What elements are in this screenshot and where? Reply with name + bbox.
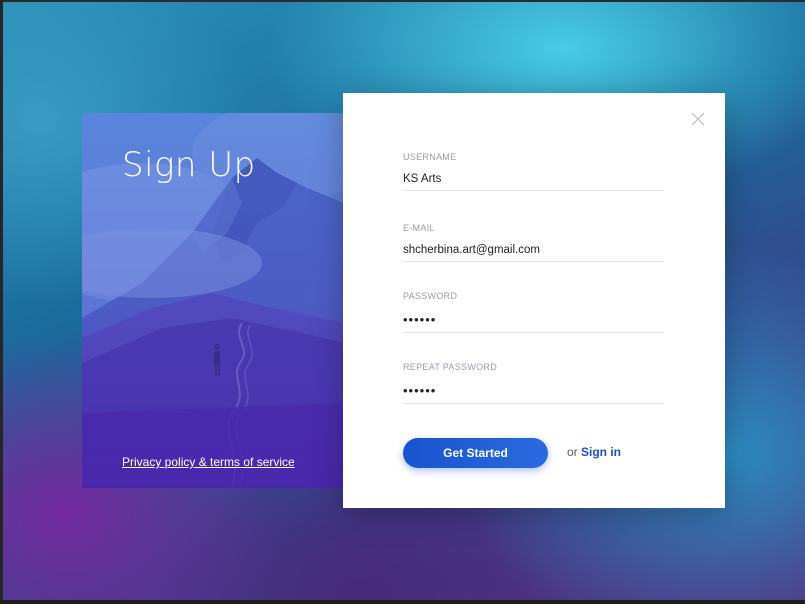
password-input[interactable] (403, 312, 664, 333)
username-field-group: USERNAME (403, 152, 664, 191)
close-icon (691, 112, 705, 126)
repeat-password-field-group: REPEAT PASSWORD (403, 362, 664, 404)
signin-prompt: or Sign in (567, 445, 621, 459)
username-label: USERNAME (403, 152, 457, 162)
signin-link[interactable]: Sign in (581, 445, 621, 459)
window-top-border (0, 0, 805, 2)
email-input[interactable] (403, 244, 664, 262)
signup-form-card: USERNAME E-MAIL PASSWORD REPEAT PASSWORD… (343, 93, 725, 508)
privacy-terms-link[interactable]: Privacy policy & terms of service (122, 455, 295, 469)
email-label: E-MAIL (403, 223, 435, 233)
email-field-group: E-MAIL (403, 223, 664, 262)
repeat-password-label: REPEAT PASSWORD (403, 362, 498, 372)
password-label: PASSWORD (403, 291, 458, 301)
password-field-group: PASSWORD (403, 291, 664, 333)
close-button[interactable] (691, 112, 705, 126)
username-input[interactable] (403, 173, 664, 191)
get-started-button[interactable]: Get Started (403, 438, 548, 468)
window-bottom-border (0, 600, 805, 604)
repeat-password-input[interactable] (403, 383, 664, 404)
signin-prefix: or (567, 445, 578, 459)
page-title: Sign Up (122, 145, 256, 185)
window-left-border (0, 0, 3, 604)
hero-image-panel: Sign Up Privacy policy & terms of servic… (82, 113, 344, 488)
